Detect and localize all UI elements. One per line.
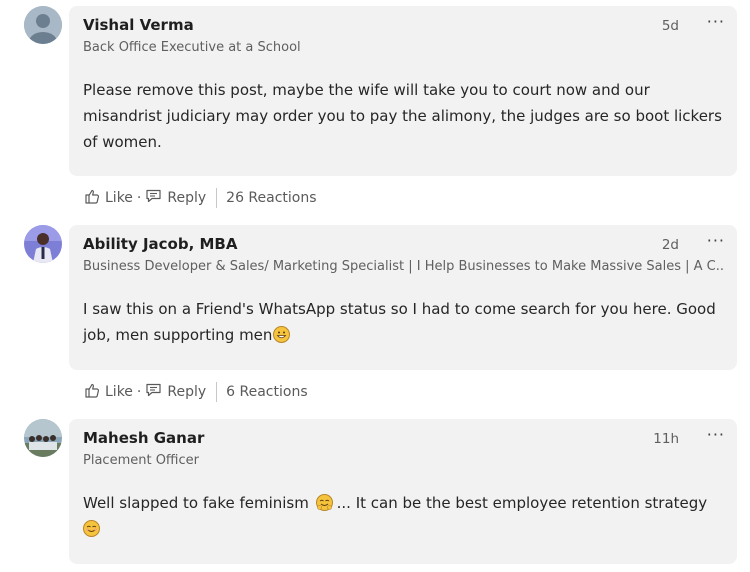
like-label: Like [105, 384, 133, 400]
reactions-count[interactable]: 26 Reactions [226, 190, 316, 206]
comment-timestamp: 11h [653, 431, 679, 447]
more-options-button[interactable]: ··· [707, 425, 725, 444]
avatar[interactable] [24, 419, 62, 457]
commenter-headline: Back Office Executive at a School [83, 40, 301, 55]
comment-timestamp: 2d [661, 237, 679, 253]
more-options-button[interactable]: ··· [707, 231, 725, 250]
reactions-count[interactable]: 6 Reactions [226, 384, 307, 400]
separator-dot: · [136, 384, 142, 400]
profile-photo-icon [24, 419, 62, 457]
comment-text-body: I saw this on a Friend's WhatsApp status… [83, 300, 716, 344]
grinning-sweat-emoji-icon [273, 326, 291, 343]
default-avatar-icon [24, 6, 62, 44]
like-button[interactable]: Like [84, 382, 133, 402]
comment-bubble: Mahesh Ganar Placement Officer 11h ··· W… [69, 419, 737, 564]
reply-icon [145, 188, 162, 208]
like-label: Like [105, 190, 133, 206]
comment-text-part-1: Well slapped to fake feminism [83, 494, 309, 512]
like-button[interactable]: Like [84, 188, 133, 208]
thumbs-up-icon [84, 188, 100, 208]
comment-actions: Like · Reply 6 Reactions [84, 381, 308, 403]
comment-actions: Like · Reply 26 Reactions [84, 187, 317, 209]
more-options-button[interactable]: ··· [707, 12, 725, 31]
divider [216, 188, 218, 208]
avatar[interactable] [24, 225, 62, 263]
smiling-face-emoji-icon [83, 520, 100, 537]
thumbs-up-icon [84, 382, 100, 402]
commenter-headline: Business Developer & Sales/ Marketing Sp… [83, 259, 723, 274]
profile-photo-icon [24, 225, 62, 263]
reply-button[interactable]: Reply [145, 188, 206, 208]
avatar[interactable] [24, 6, 62, 44]
commenter-name[interactable]: Mahesh Ganar [83, 429, 204, 447]
separator-dot: · [136, 190, 142, 206]
reply-label: Reply [167, 190, 207, 206]
reply-button[interactable]: Reply [145, 382, 206, 402]
reply-icon [145, 382, 162, 402]
comment-text: I saw this on a Friend's WhatsApp status… [83, 296, 728, 348]
commenter-name[interactable]: Ability Jacob, MBA [83, 235, 237, 253]
reply-label: Reply [167, 384, 207, 400]
comment-timestamp: 5d [661, 18, 679, 34]
hugging-face-emoji-icon [315, 494, 333, 511]
commenter-headline: Placement Officer [83, 453, 199, 468]
divider [216, 382, 218, 402]
comment-bubble: Ability Jacob, MBA Business Developer & … [69, 225, 737, 370]
comment-text-part-2: ... It can be the best employee retentio… [336, 494, 708, 512]
comment-bubble: Vishal Verma Back Office Executive at a … [69, 6, 737, 176]
comment-text: Well slapped to fake feminism ... It can… [83, 490, 728, 542]
commenter-name[interactable]: Vishal Verma [83, 16, 194, 34]
comment-text: Please remove this post, maybe the wife … [83, 81, 722, 151]
